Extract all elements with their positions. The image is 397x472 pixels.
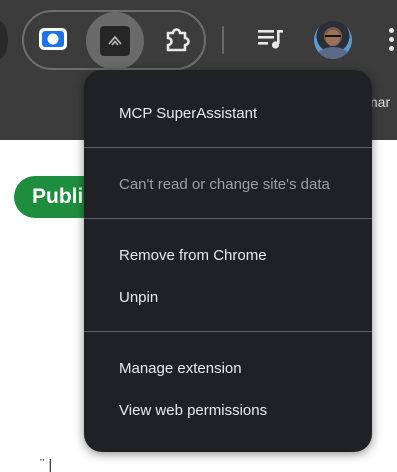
menu-separator: [84, 218, 372, 219]
menu-remove-from-chrome[interactable]: Remove from Chrome: [119, 247, 267, 264]
extensions-puzzle-icon[interactable]: [158, 20, 196, 58]
more-vert-icon[interactable]: [389, 28, 394, 51]
menu-separator: [84, 331, 372, 332]
mcp-superassistant-icon[interactable]: [86, 12, 144, 70]
menu-manage-extension[interactable]: Manage extension: [119, 360, 242, 377]
omnibox-edge: [0, 20, 8, 60]
toolbar-divider: [222, 26, 224, 54]
menu-site-access-status: Can't read or change site's data: [119, 176, 330, 193]
page-text-fragment: ¨ |: [40, 456, 53, 472]
screencast-icon[interactable]: [36, 22, 70, 56]
menu-view-web-permissions[interactable]: View web permissions: [119, 402, 267, 419]
extension-context-menu: MCP SuperAssistant Can't read or change …: [84, 70, 372, 452]
queue-music-icon[interactable]: [253, 22, 289, 56]
menu-extension-title[interactable]: MCP SuperAssistant: [119, 105, 257, 122]
menu-separator: [84, 147, 372, 148]
avatar-glasses: [325, 35, 341, 41]
menu-unpin[interactable]: Unpin: [119, 289, 158, 306]
avatar-shirt: [318, 47, 348, 59]
profile-avatar[interactable]: [314, 21, 352, 59]
